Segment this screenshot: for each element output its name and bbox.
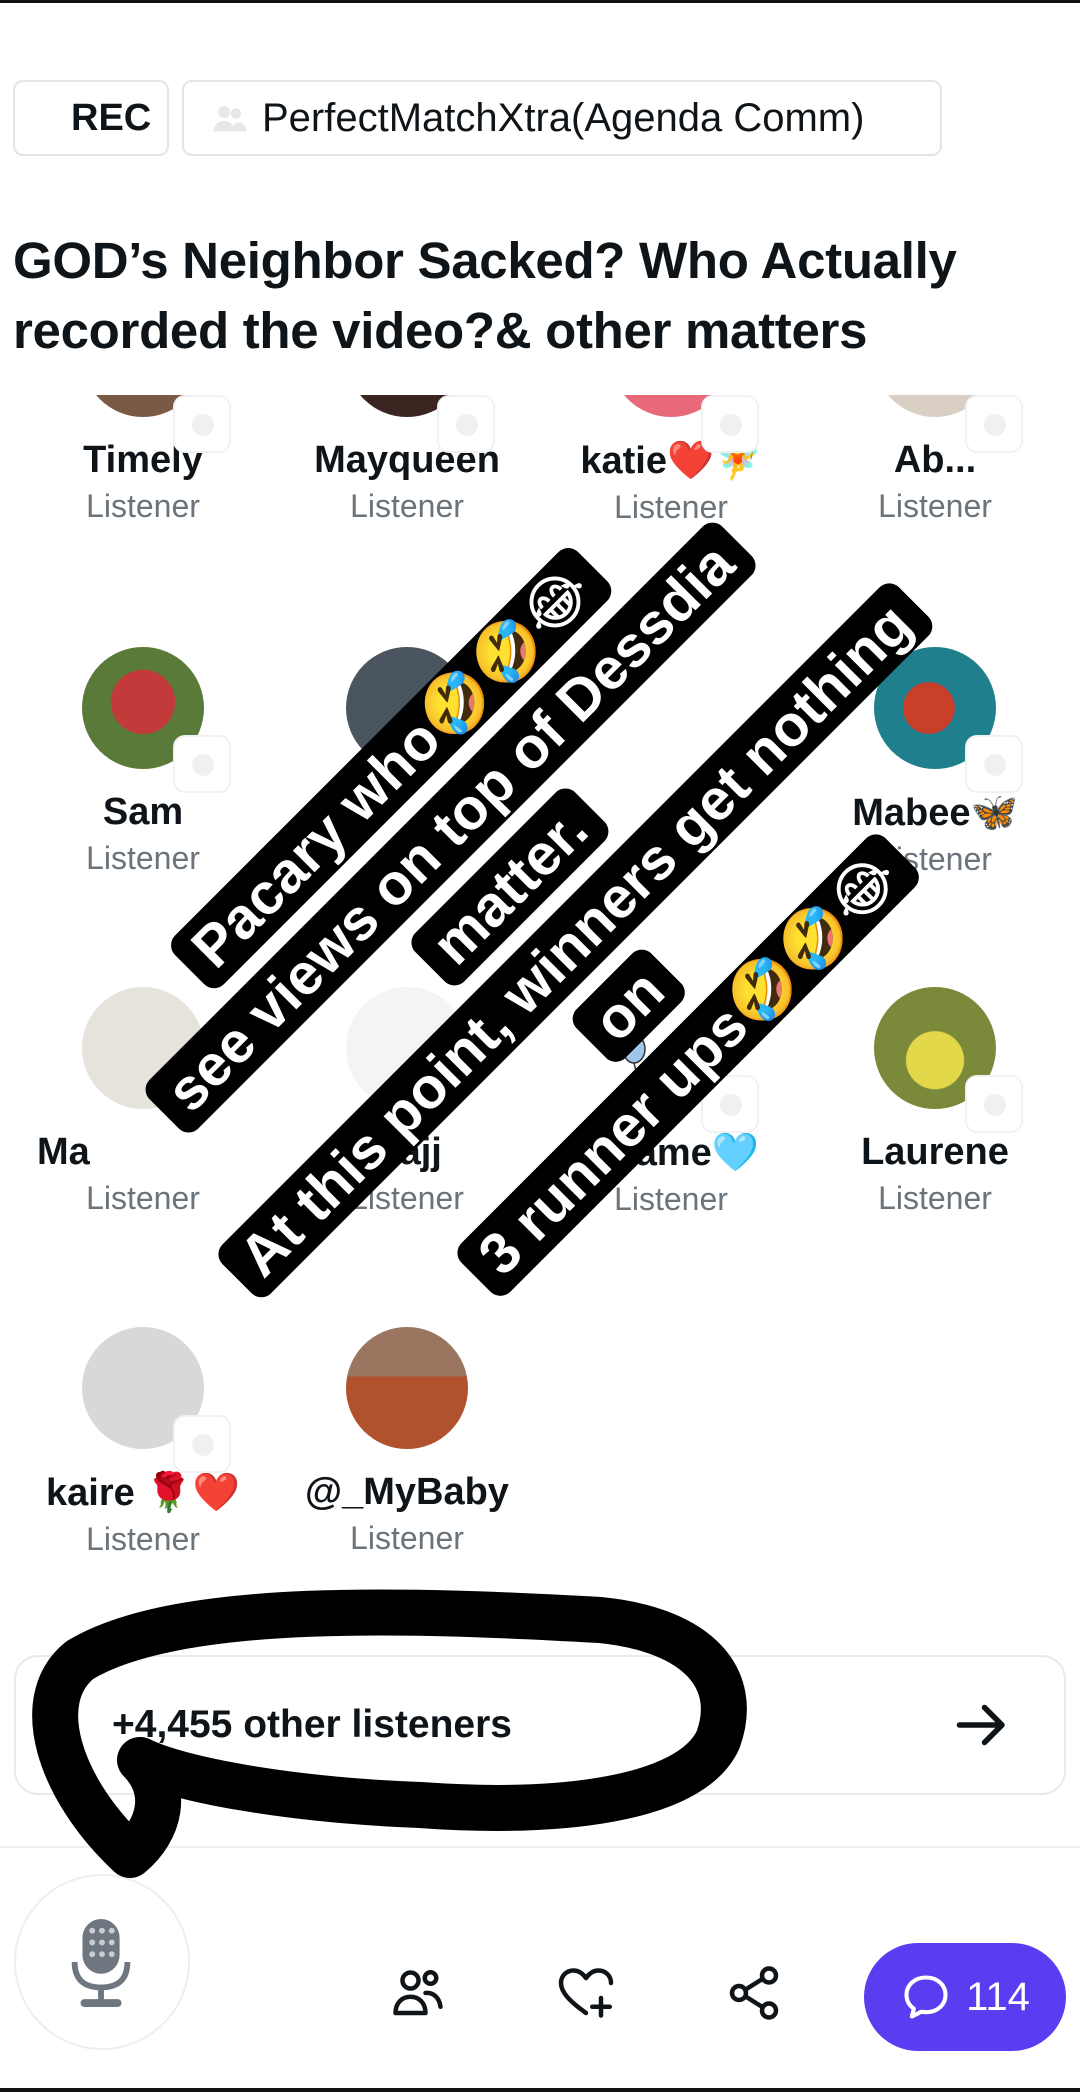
role-badge-icon xyxy=(173,395,231,453)
listener-cell[interactable]: Ab... Listener xyxy=(803,395,1067,525)
other-listeners-label: +4,455 other listeners xyxy=(112,1703,512,1746)
listener-role: Listener xyxy=(86,1521,200,1557)
people-icon[interactable] xyxy=(388,1963,448,2023)
listener-cell[interactable]: Laurene Listener xyxy=(803,987,1067,1217)
community-icon xyxy=(213,106,247,132)
rec-label: REC xyxy=(71,96,152,139)
listener-role: Listener xyxy=(878,1180,992,1216)
reply-button[interactable]: 114 xyxy=(864,1943,1066,2051)
role-badge-icon xyxy=(965,395,1023,453)
listener-name: Sam xyxy=(102,791,184,833)
role-badge-icon xyxy=(173,735,231,793)
arrow-right-icon xyxy=(956,1704,1005,1746)
listener-name: @_MyBaby xyxy=(305,1471,509,1513)
chat-bubble-icon xyxy=(904,1975,948,2019)
listener-role: Listener xyxy=(878,488,992,524)
microphone-icon xyxy=(71,1919,131,2007)
role-badge-icon xyxy=(173,1415,231,1473)
listener-cell[interactable]: Sam Listener xyxy=(11,647,275,877)
microphone-button[interactable] xyxy=(14,1874,190,2050)
listener-cell[interactable]: Timely Listener xyxy=(11,395,275,525)
listener-name: kaire 🌹❤️ xyxy=(46,1472,240,1514)
listener-name: Laurene xyxy=(861,1131,1009,1173)
divider xyxy=(0,1846,1080,1848)
other-listeners-button[interactable]: +4,455 other listeners xyxy=(14,1655,1066,1795)
listener-cell[interactable]: Mayqueen Listener xyxy=(275,395,539,525)
listener-name: Mayqueen xyxy=(314,439,500,481)
listener-cell[interactable]: kaire 🌹❤️ Listener xyxy=(11,1327,275,1558)
space-title: GOD’s Neighbor Sacked? Who Actually reco… xyxy=(13,232,957,359)
heart-add-icon[interactable] xyxy=(556,1963,616,2023)
listener-role: Listener xyxy=(350,488,464,524)
listener-name: Timely xyxy=(83,439,203,481)
listener-role: Listener xyxy=(86,488,200,524)
reply-count: 114 xyxy=(966,1974,1030,2019)
listener-role: Listener xyxy=(350,1520,464,1556)
role-badge-icon xyxy=(965,1075,1023,1133)
space-host-chip[interactable]: PerfectMatchXtra(Agenda Comm) xyxy=(182,80,942,156)
top-edge xyxy=(0,0,1080,3)
bottom-edge xyxy=(0,2088,1080,2092)
share-icon[interactable] xyxy=(724,1963,784,2023)
recording-badge: REC xyxy=(13,80,169,156)
space-name: PerfectMatchXtra(Agenda Comm) xyxy=(262,95,865,140)
listener-name: Ab... xyxy=(893,439,977,481)
role-badge-icon xyxy=(437,395,495,453)
